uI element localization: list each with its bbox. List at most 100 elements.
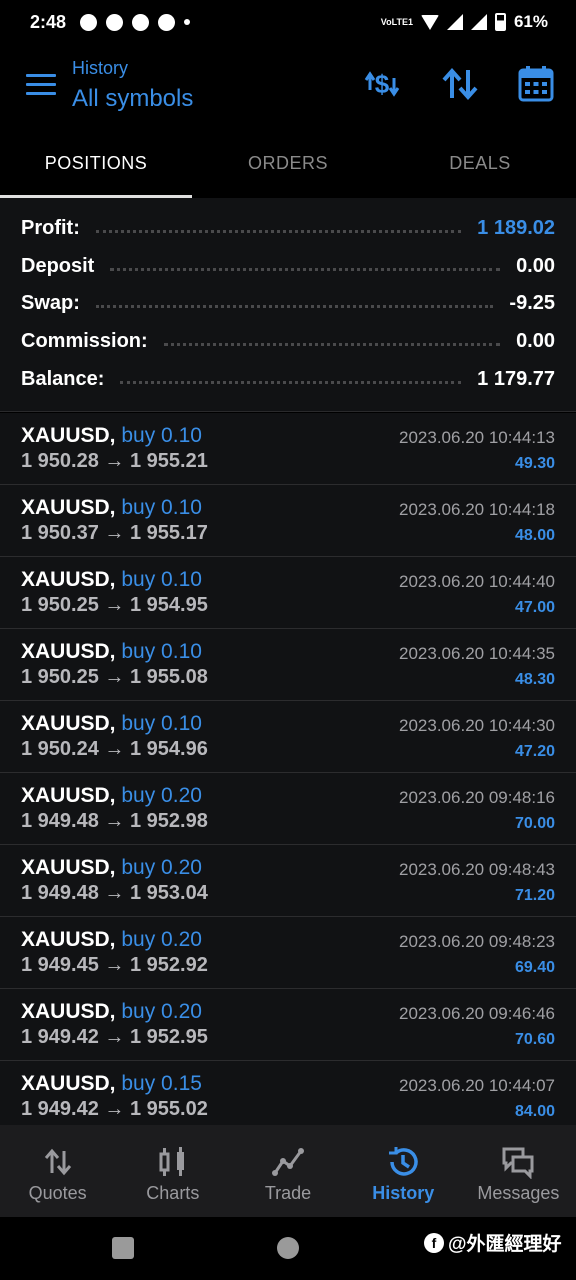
position-direction: buy 0.20: [121, 856, 202, 879]
signal-icon-2: [470, 14, 487, 30]
more-notifications-icon: [184, 19, 191, 25]
position-direction: buy 0.10: [121, 424, 202, 447]
nav-charts[interactable]: Charts: [115, 1125, 230, 1217]
position-row[interactable]: XAUUSD, buy 0.10 1 950.28 → 1 955.21 202…: [0, 413, 576, 485]
summary-row-commission: Commission: 0.00: [21, 323, 555, 361]
bottom-navigation: Quotes Charts Trade History Messages: [0, 1125, 576, 1217]
position-time: 2023.06.20 09:48:23: [399, 932, 555, 951]
header-title[interactable]: All symbols: [72, 85, 193, 113]
dot-leader: [95, 305, 494, 309]
position-direction: buy 0.20: [121, 928, 202, 951]
home-button[interactable]: [277, 1237, 299, 1259]
status-right: VoLTE1 61%: [381, 12, 548, 32]
position-row[interactable]: XAUUSD, buy 0.20 1 949.42 → 1 952.95 202…: [0, 989, 576, 1061]
position-row[interactable]: XAUUSD, buy 0.20 1 949.48 → 1 953.04 202…: [0, 845, 576, 917]
app-header: History All symbols $: [0, 44, 576, 132]
position-direction: buy 0.20: [121, 784, 202, 807]
tab-positions[interactable]: POSITIONS: [0, 132, 192, 198]
summary-row-deposit: Deposit 0.00: [21, 248, 555, 286]
arrow-right-icon: →: [104, 594, 125, 616]
status-time: 2:48: [30, 11, 67, 32]
nav-label: Messages: [477, 1183, 560, 1203]
position-prices: 1 950.25 → 1 955.08: [21, 666, 208, 688]
position-direction: buy 0.15: [121, 1072, 202, 1095]
calendar-icon[interactable]: [514, 64, 558, 104]
summary-label: Balance:: [21, 367, 105, 390]
positions-list: XAUUSD, buy 0.10 1 950.28 → 1 955.21 202…: [0, 413, 576, 1125]
position-time: 2023.06.20 10:44:40: [399, 572, 555, 591]
messages-icon: [502, 1147, 534, 1179]
nav-messages[interactable]: Messages: [461, 1125, 576, 1217]
summary-value-deposit: 0.00: [516, 254, 555, 277]
position-profit: 47.00: [514, 599, 555, 616]
position-symbol: XAUUSD, buy 0.10: [21, 496, 202, 519]
position-profit: 48.00: [514, 527, 555, 544]
position-row[interactable]: XAUUSD, buy 0.10 1 950.25 → 1 954.95 202…: [0, 557, 576, 629]
position-row[interactable]: XAUUSD, buy 0.15 1 949.42 → 1 955.02 202…: [0, 1061, 576, 1125]
position-prices: 1 949.48 → 1 953.04: [21, 882, 208, 904]
history-summary: Profit: 1 189.02 Deposit 0.00 Swap: -9.2…: [0, 198, 576, 412]
arrow-right-icon: →: [104, 882, 125, 904]
tab-orders[interactable]: ORDERS: [192, 132, 384, 198]
svg-text:$: $: [375, 69, 390, 99]
watermark-text: @外匯經理好: [448, 1234, 562, 1255]
position-profit: 48.30: [514, 671, 555, 688]
app-notification-icon: [132, 13, 150, 31]
currency-exchange-icon[interactable]: $: [360, 64, 404, 104]
arrow-right-icon: →: [104, 810, 125, 832]
messenger-icon: [80, 13, 98, 31]
nav-history[interactable]: History: [346, 1125, 461, 1217]
summary-value-swap: -9.25: [509, 292, 555, 315]
position-time: 2023.06.20 10:44:35: [399, 644, 555, 663]
tab-deals[interactable]: DEALS: [384, 132, 576, 198]
summary-label: Profit:: [21, 217, 80, 240]
position-time: 2023.06.20 09:46:46: [399, 1004, 555, 1023]
recent-apps-button[interactable]: [112, 1237, 134, 1259]
watermark: f @外匯經理好: [424, 1229, 562, 1256]
position-prices: 1 949.42 → 1 955.02: [21, 1098, 208, 1120]
quotes-icon: [44, 1148, 71, 1176]
nav-quotes[interactable]: Quotes: [0, 1125, 115, 1217]
position-symbol: XAUUSD, buy 0.10: [21, 424, 202, 447]
position-prices: 1 950.37 → 1 955.17: [21, 522, 208, 544]
position-profit: 70.60: [514, 1031, 555, 1048]
position-time: 2023.06.20 10:44:13: [399, 428, 555, 447]
sort-icon[interactable]: [438, 64, 482, 104]
summary-value-commission: 0.00: [516, 330, 555, 353]
arrow-right-icon: →: [104, 1098, 125, 1120]
volte-icon: VoLTE1: [380, 16, 413, 27]
position-row[interactable]: XAUUSD, buy 0.10 1 950.24 → 1 954.96 202…: [0, 701, 576, 773]
position-symbol: XAUUSD, buy 0.15: [21, 1072, 202, 1095]
position-symbol: XAUUSD, buy 0.20: [21, 1000, 202, 1023]
summary-value-balance: 1 179.77: [477, 367, 555, 390]
history-icon: [389, 1147, 418, 1176]
position-direction: buy 0.10: [121, 568, 202, 591]
summary-row-swap: Swap: -9.25: [21, 285, 555, 323]
position-direction: buy 0.20: [121, 1000, 202, 1023]
status-bar: 2:48 VoLTE1 61%: [0, 0, 576, 44]
hamburger-menu-icon[interactable]: [26, 74, 56, 96]
position-prices: 1 949.45 → 1 952.92: [21, 954, 208, 976]
nav-trade[interactable]: Trade: [230, 1125, 345, 1217]
position-profit: 71.20: [514, 887, 555, 904]
position-symbol: XAUUSD, buy 0.10: [21, 568, 202, 591]
position-prices: 1 949.48 → 1 952.98: [21, 810, 208, 832]
battery-icon: [494, 13, 506, 31]
history-tabs: POSITIONS ORDERS DEALS: [0, 132, 576, 198]
summary-value-profit: 1 189.02: [477, 217, 555, 240]
dot-leader: [110, 267, 501, 271]
position-row[interactable]: XAUUSD, buy 0.10 1 950.37 → 1 955.17 202…: [0, 485, 576, 557]
position-symbol: XAUUSD, buy 0.20: [21, 928, 202, 951]
summary-label: Swap:: [21, 292, 80, 315]
position-row[interactable]: XAUUSD, buy 0.20 1 949.48 → 1 952.98 202…: [0, 773, 576, 845]
position-symbol: XAUUSD, buy 0.10: [21, 640, 202, 663]
charts-icon: [159, 1147, 184, 1176]
position-profit: 49.30: [514, 455, 555, 472]
position-profit: 47.20: [514, 743, 555, 760]
position-row[interactable]: XAUUSD, buy 0.20 1 949.45 → 1 952.92 202…: [0, 917, 576, 989]
position-prices: 1 950.25 → 1 954.95: [21, 594, 208, 616]
position-prices: 1 950.28 → 1 955.21: [21, 450, 208, 472]
position-direction: buy 0.10: [121, 496, 202, 519]
position-row[interactable]: XAUUSD, buy 0.10 1 950.25 → 1 955.08 202…: [0, 629, 576, 701]
facebook-icon: f: [424, 1232, 444, 1253]
